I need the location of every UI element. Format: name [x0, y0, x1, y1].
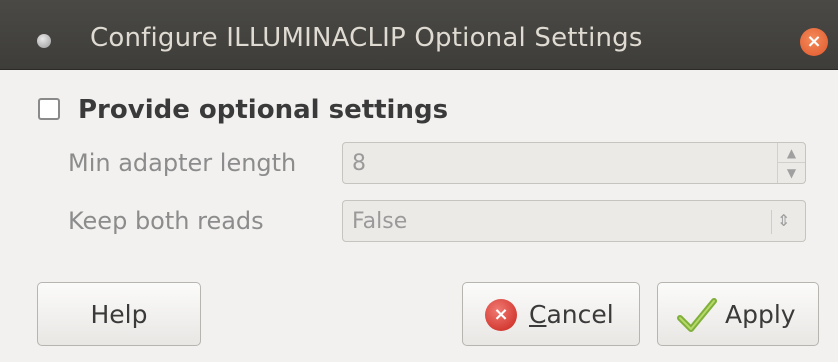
- min-adapter-length-label: Min adapter length: [68, 149, 297, 177]
- combo-updown-icon: ⇕: [777, 211, 791, 230]
- cancel-mnemonic: C: [529, 300, 547, 329]
- help-button[interactable]: Help: [37, 282, 201, 346]
- apply-button-label: Apply: [725, 300, 796, 329]
- window-menu-icon[interactable]: [37, 34, 51, 48]
- optional-settings-label[interactable]: Provide optional settings: [78, 95, 448, 125]
- min-adapter-length-spinbox[interactable]: 8 ▲ ▼: [342, 142, 806, 184]
- window-title: Configure ILLUMINACLIP Optional Settings: [90, 23, 643, 53]
- spin-down-icon[interactable]: ▼: [778, 163, 805, 183]
- optional-settings-checkbox[interactable]: [38, 98, 60, 120]
- spin-up-icon[interactable]: ▲: [778, 143, 805, 163]
- cancel-icon: ×: [485, 299, 517, 331]
- close-icon: ×: [806, 31, 822, 52]
- spinbox-arrows: ▲ ▼: [777, 143, 805, 183]
- min-adapter-length-value: 8: [352, 151, 366, 176]
- combo-divider: [771, 210, 772, 234]
- keep-both-reads-value: False: [352, 209, 408, 234]
- keep-both-reads-label: Keep both reads: [68, 207, 264, 235]
- cancel-button[interactable]: × Cancel: [462, 282, 640, 346]
- check-icon: [677, 298, 717, 332]
- cancel-label-rest: ancel: [546, 300, 614, 329]
- title-bar: Configure ILLUMINACLIP Optional Settings…: [0, 0, 838, 70]
- keep-both-reads-select[interactable]: False ⇕: [342, 200, 806, 242]
- cancel-button-label: Cancel: [529, 300, 614, 329]
- close-button[interactable]: ×: [800, 28, 828, 56]
- apply-button[interactable]: Apply: [657, 282, 819, 346]
- help-button-label: Help: [90, 300, 148, 329]
